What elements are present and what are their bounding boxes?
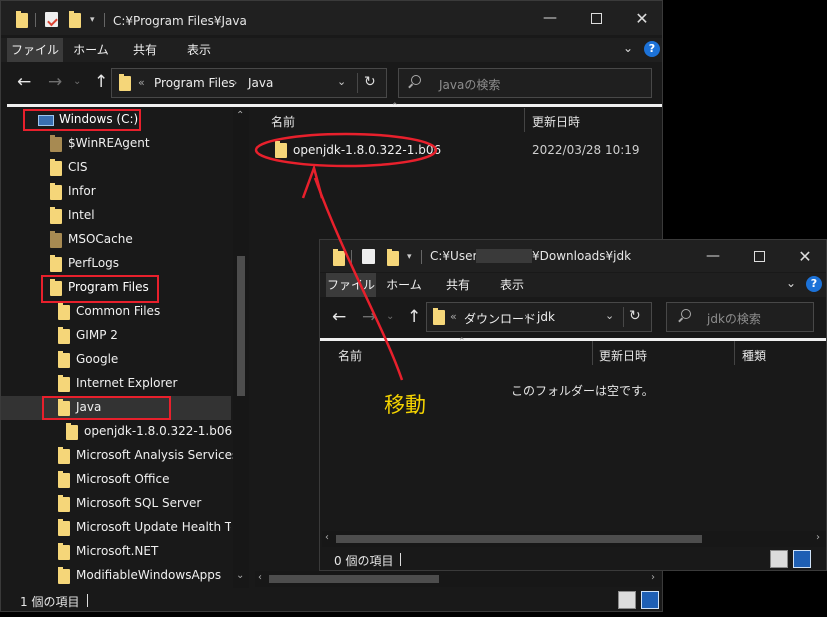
move-label: 移動 — [384, 393, 426, 417]
move-arrow — [301, 163, 404, 381]
